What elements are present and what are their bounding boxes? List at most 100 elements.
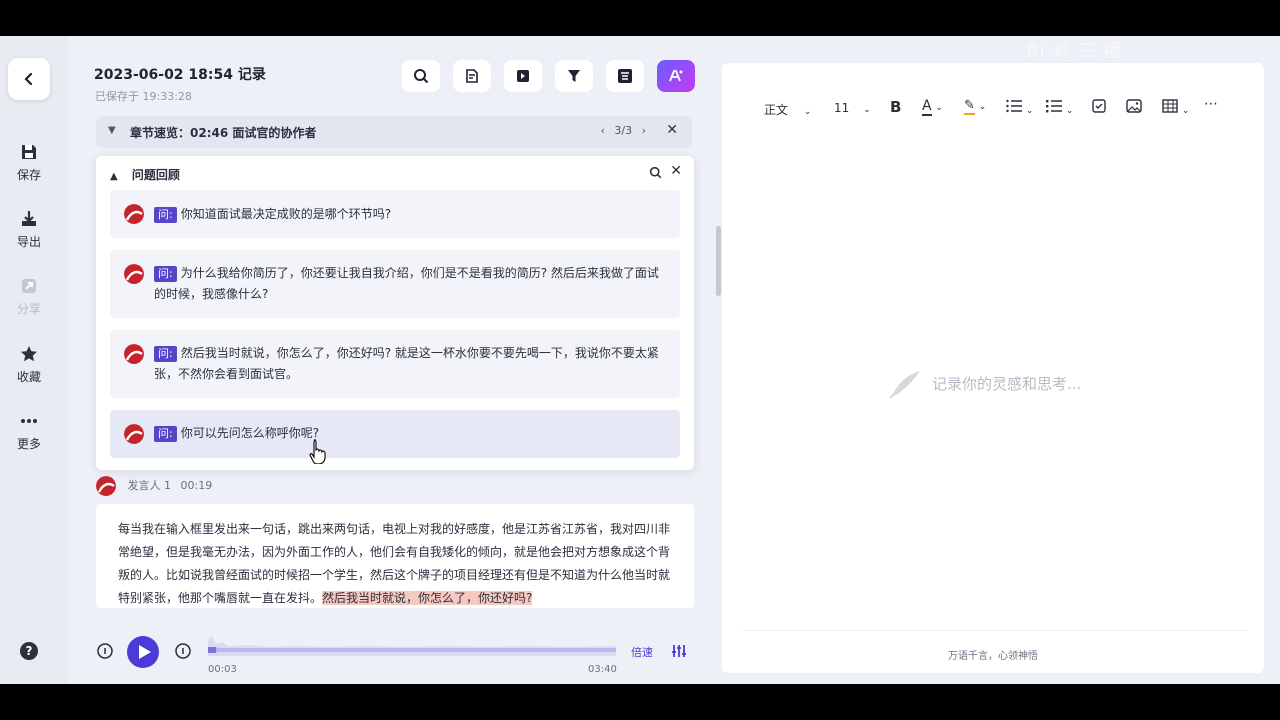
- chevron-down-icon[interactable]: ▼: [108, 125, 116, 136]
- chevron-down-icon: ⌄: [803, 107, 812, 117]
- speaker-name: 发言人 1: [127, 479, 172, 492]
- qa-close-icon[interactable]: ✕: [670, 163, 682, 179]
- question-text: 你可以先问怎么称呼你呢?: [180, 426, 320, 440]
- paragraph-style-value: 正文: [764, 103, 789, 117]
- current-time: 00:03: [208, 664, 237, 675]
- question-tag: 问:: [154, 266, 177, 282]
- qa-search-icon[interactable]: [649, 164, 662, 183]
- question-item[interactable]: 问: 你可以先问怎么称呼你呢?: [110, 410, 680, 458]
- question-item[interactable]: 问: 然后我当时就说，你怎么了，你还好吗? 就是这一杯水你要不要先喝一下，我说你不…: [110, 330, 680, 398]
- close-chapter-icon[interactable]: ✕: [666, 122, 678, 138]
- chapter-page-count: 3/3: [614, 124, 633, 137]
- editor-footer-text: 万语千言，心领神悟: [948, 651, 1038, 662]
- play-icon: [139, 645, 151, 659]
- highlight-pen-icon[interactable]: ✎ ⌄: [964, 98, 986, 115]
- audio-player: 00:03 03:40 倍速: [96, 626, 694, 680]
- speaker-avatar: [96, 476, 116, 496]
- chapter-pager: ‹ 3/3 ›: [600, 124, 646, 137]
- table-icon[interactable]: ⌄: [1162, 99, 1189, 116]
- speaker-avatar: [124, 264, 144, 284]
- question-text: 你知道面试最决定成败的是哪个环节吗?: [180, 207, 392, 221]
- speaker-avatar: [124, 424, 144, 444]
- note-editor: 正文 ⌄ 11 ⌄ B A ⌄ ✎ ⌄ ⌄ ⌄ ⌄ ⋯ 记录你的灵感和思考...…: [722, 63, 1264, 673]
- chapter-label: 章节速览：02:46 面试官的协作者: [130, 126, 317, 140]
- speaker-row: 发言人 1 00:19: [96, 476, 212, 496]
- question-tag: 问:: [154, 207, 177, 223]
- font-size-select[interactable]: 11 ⌄: [834, 101, 871, 115]
- ordered-list-icon[interactable]: ⌄: [1006, 99, 1033, 116]
- more-dots-icon: [21, 419, 37, 423]
- question-item[interactable]: 问: 你知道面试最决定成败的是哪个环节吗?: [110, 190, 680, 238]
- translate-button[interactable]: [606, 60, 644, 92]
- play-button[interactable]: [127, 636, 159, 668]
- nav-more-label: 更多: [16, 437, 41, 451]
- save-icon: [22, 145, 36, 159]
- font-color-icon[interactable]: A ⌄: [922, 98, 943, 116]
- back-button[interactable]: [8, 58, 50, 100]
- translate-icon: [618, 69, 632, 83]
- speaker-avatar: [124, 204, 144, 224]
- question-tag: 问:: [154, 426, 177, 442]
- ai-icon: [669, 70, 683, 82]
- paragraph-style-select[interactable]: 正文 ⌄: [764, 101, 811, 118]
- star-icon: [21, 346, 37, 362]
- waveform-slider[interactable]: [208, 634, 616, 656]
- equalizer-icon[interactable]: [672, 643, 686, 659]
- export-file-button[interactable]: [504, 60, 542, 92]
- download-icon: [22, 211, 36, 226]
- image-icon[interactable]: [1126, 99, 1142, 116]
- chapter-overview-bar[interactable]: ▼ 章节速览：02:46 面试官的协作者 ‹ 3/3 › ✕: [96, 116, 692, 148]
- left-nav: 保存 导出 分享 收藏 更多 ?: [0, 36, 68, 684]
- next-chapter-icon[interactable]: ›: [642, 124, 646, 137]
- transcript-block[interactable]: 每当我在输入框里发出来一句话，跳出来两句话，电视上对我的好感度，他是江苏省江苏省…: [96, 504, 694, 608]
- saved-status: 已保存于 19:33:28: [95, 90, 192, 103]
- question-review-panel: ▲ 问题回顾 ✕ 问: 你知道面试最决定成败的是哪个环节吗? 问: 为什么我给你简历…: [96, 156, 694, 470]
- file-export-icon: [517, 70, 529, 82]
- hand-cursor-icon: [309, 439, 326, 464]
- ai-assistant-button[interactable]: [657, 60, 695, 92]
- question-tag: 问:: [154, 346, 177, 362]
- watermark-logo: Bi 有 三 播: [1026, 41, 1123, 62]
- more-options-icon[interactable]: ⋯: [1204, 96, 1218, 112]
- quill-icon: [889, 371, 920, 399]
- share-icon: [22, 279, 36, 293]
- editor-placeholder[interactable]: 记录你的灵感和思考...: [932, 373, 1081, 394]
- question-item[interactable]: 问: 为什么我给你简历了，你还要让我自我介绍，你们是不是看我的简历? 然后后来我做…: [110, 250, 680, 318]
- divider: [742, 630, 1248, 631]
- rewind-icon[interactable]: [96, 642, 114, 660]
- chevron-down-icon: ⌄: [863, 105, 871, 115]
- font-size-value: 11: [834, 101, 850, 115]
- chevron-up-icon[interactable]: ▲: [110, 171, 118, 182]
- prev-chapter-icon[interactable]: ‹: [600, 124, 604, 137]
- bullet-list-icon[interactable]: ⌄: [1046, 99, 1073, 116]
- nav-favorite-button[interactable]: 收藏: [0, 344, 58, 385]
- nav-share-button[interactable]: 分享: [0, 276, 58, 317]
- nav-more-button[interactable]: 更多: [0, 411, 58, 452]
- transcript-highlight[interactable]: 然后我当时就说，你怎么了，你还好吗?: [322, 591, 533, 605]
- help-icon[interactable]: ?: [20, 642, 38, 660]
- nav-share-label: 分享: [16, 302, 41, 316]
- filter-button[interactable]: [555, 60, 593, 92]
- nav-save-button[interactable]: 保存: [0, 142, 58, 183]
- nav-favorite-label: 收藏: [16, 370, 41, 384]
- speaker-avatar: [124, 344, 144, 364]
- question-review-title: 问题回顾: [131, 168, 180, 182]
- playback-speed-button[interactable]: 倍速: [631, 644, 653, 660]
- transcript-panel: 2023-06-02 18:54 记录 已保存于 19:33:28 ▼ 章节速览…: [80, 36, 710, 684]
- question-review-header[interactable]: ▲ 问题回顾: [110, 166, 180, 183]
- document-icon: [466, 69, 478, 83]
- scrollbar[interactable]: [716, 226, 721, 296]
- filter-icon: [568, 70, 580, 82]
- total-time: 03:40: [588, 664, 617, 675]
- checkbox-icon[interactable]: [1092, 99, 1106, 116]
- chevron-left-icon: [24, 72, 33, 86]
- nav-export-label: 导出: [16, 235, 41, 249]
- search-button[interactable]: [402, 60, 440, 92]
- forward-icon[interactable]: [174, 642, 192, 660]
- document-button[interactable]: [453, 60, 491, 92]
- app-window: 保存 导出 分享 收藏 更多 ? 2023-06-02 18:54 记录 已保存…: [0, 36, 1280, 684]
- speaker-time: 00:19: [180, 479, 213, 492]
- nav-export-button[interactable]: 导出: [0, 209, 58, 250]
- question-text: 为什么我给你简历了，你还要让我自我介绍，你们是不是看我的简历? 然后后来我做了面…: [154, 266, 659, 301]
- bold-icon[interactable]: B: [890, 98, 901, 116]
